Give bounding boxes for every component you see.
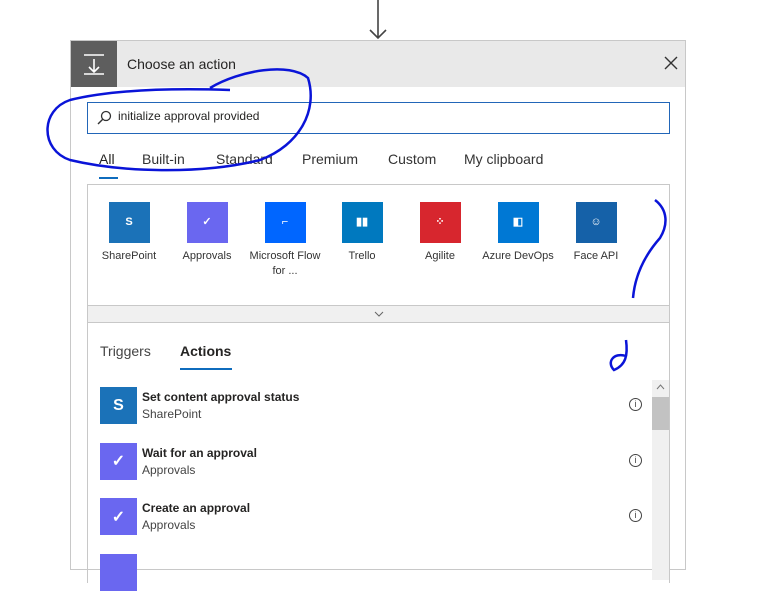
tab-my-clipboard[interactable]: My clipboard <box>464 151 543 167</box>
connector-label: Agilite <box>425 250 455 262</box>
connector-icon: ▮▮ <box>341 202 383 243</box>
connector-sharepoint[interactable]: S SharePoint <box>93 202 165 264</box>
action-icon: ✓ <box>100 442 137 480</box>
close-icon[interactable] <box>661 53 681 73</box>
action-title: Wait for an approval <box>142 445 257 460</box>
active-subtab-indicator <box>180 368 232 370</box>
connector-label: Approvals <box>182 250 232 262</box>
tab-custom[interactable]: Custom <box>388 151 436 167</box>
action-title: Set content approval status <box>142 390 300 404</box>
connector-label: Azure DevOps <box>482 250 554 262</box>
connector-grid: S SharePoint ✓ Approvals ⌐ Microsoft Flow for… <box>87 184 670 306</box>
search-icon <box>97 110 112 125</box>
tab-built-in[interactable]: Built-in <box>142 151 185 167</box>
connector-label: SharePoint <box>101 250 157 262</box>
info-icon[interactable]: i <box>629 509 642 522</box>
connector-label: Trello <box>348 250 376 262</box>
expand-connectors-button[interactable] <box>87 305 670 323</box>
scroll-up-icon[interactable] <box>652 380 669 394</box>
connector-trello[interactable]: ▮▮ Trello <box>326 202 398 264</box>
info-icon[interactable]: i <box>629 398 642 411</box>
connector-approvals[interactable]: ✓ Approvals <box>171 202 243 264</box>
results-section: Triggers Actions S Set content approval s… <box>87 323 670 591</box>
action-icon <box>100 553 137 591</box>
action-item[interactable]: S Set content approval status SharePoint i <box>100 387 650 437</box>
panel-title: Choose an action <box>127 56 236 72</box>
tab-standard[interactable]: Standard <box>216 151 273 167</box>
action-icon: S <box>100 387 137 424</box>
info-icon[interactable]: i <box>629 453 642 467</box>
action-icon: ✓ <box>100 498 137 535</box>
tab-all[interactable]: All <box>99 151 115 167</box>
search-field[interactable] <box>118 109 658 123</box>
connector-icon: ⁘ <box>419 202 461 243</box>
connector-microsoft-flow-for[interactable]: ⌐ Microsoft Flow for ... <box>249 202 321 279</box>
action-item[interactable]: ✓ Wait for an approval Approvals i <box>100 442 650 493</box>
connector-azure-devops[interactable]: ◧ Azure DevOps <box>482 202 554 264</box>
action-title: Create an approval <box>142 501 251 515</box>
tab-premium[interactable]: Premium <box>302 151 358 167</box>
action-connector: Approvals <box>142 518 196 532</box>
action-item[interactable]: ✓ Create an approval Approvals i <box>100 498 650 548</box>
panel-header: Choose an action <box>71 41 685 87</box>
flow-arrow-icon <box>369 0 387 40</box>
connector-icon: ⌐ <box>264 202 306 243</box>
scrollbar[interactable] <box>652 380 669 580</box>
scrollbar-thumb[interactable] <box>652 397 669 430</box>
tab-actions[interactable]: Actions <box>180 343 231 359</box>
connector-icon: ☺ <box>575 202 617 243</box>
tab-triggers[interactable]: Triggers <box>100 343 151 359</box>
chevron-down-icon <box>374 311 383 317</box>
connector-face-api[interactable]: ☺ Face API <box>560 202 632 264</box>
action-item[interactable] <box>100 553 650 604</box>
action-connector: SharePoint <box>142 407 202 421</box>
connector-icon: ◧ <box>497 202 539 243</box>
connector-agilite[interactable]: ⁘ Agilite <box>404 202 476 264</box>
connector-icon: ✓ <box>186 202 228 243</box>
action-connector: Approvals <box>142 462 196 477</box>
search-input[interactable] <box>87 102 670 134</box>
active-tab-indicator <box>99 177 118 179</box>
connector-label: Microsoft Flow for ... <box>249 250 321 277</box>
connector-icon: S <box>108 202 150 243</box>
connector-label: Face API <box>573 250 619 262</box>
action-icon <box>71 41 117 87</box>
choose-action-panel: Choose an action All Built-in Standard P… <box>70 40 686 591</box>
